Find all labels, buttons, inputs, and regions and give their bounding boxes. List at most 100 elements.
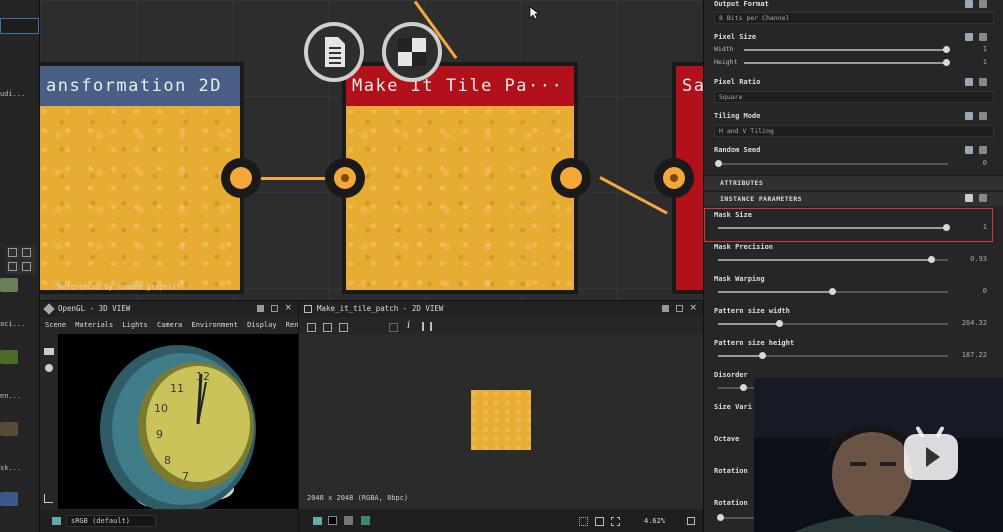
pin-icon[interactable]	[662, 305, 669, 312]
fit-icon[interactable]	[595, 517, 604, 526]
export-icon[interactable]	[323, 323, 332, 332]
output-format-select[interactable]: 8 Bits per Channel	[714, 12, 994, 24]
pattern-width-slider[interactable]	[718, 320, 948, 327]
slider-knob[interactable]	[759, 352, 766, 359]
rotation-slider[interactable]	[717, 514, 754, 521]
explorer-item-label[interactable]: udi...	[0, 90, 25, 98]
slider-knob[interactable]	[943, 224, 950, 231]
copy-icon[interactable]	[339, 323, 348, 332]
pixel-ratio-select[interactable]: Square	[714, 91, 994, 103]
pixel-height-slider[interactable]	[744, 59, 950, 66]
image-icon[interactable]	[361, 516, 370, 525]
close-icon[interactable]: ×	[284, 303, 292, 313]
menu-icon[interactable]	[979, 146, 987, 154]
mask-size-value[interactable]: 1	[983, 223, 987, 231]
frame-icon[interactable]	[611, 517, 620, 526]
checker-pattern-icon[interactable]	[382, 22, 442, 82]
resource-thumbnail[interactable]	[0, 350, 18, 364]
slider-knob[interactable]	[943, 46, 950, 53]
explorer-item-label[interactable]: sk...	[0, 464, 21, 472]
random-seed-slider[interactable]	[715, 160, 948, 167]
slider-knob[interactable]	[776, 320, 783, 327]
3d-viewport[interactable]: 12 11 10 9 8 7	[58, 334, 298, 509]
window-icon[interactable]	[8, 248, 17, 257]
black-swatch[interactable]	[328, 516, 337, 525]
explorer-item-label[interactable]: en...	[0, 392, 21, 400]
pixel-width-value[interactable]: 1	[983, 45, 987, 53]
mask-warping-value[interactable]: 0	[983, 287, 987, 295]
pattern-height-slider[interactable]	[718, 352, 948, 359]
axis-icon[interactable]	[44, 494, 53, 503]
slider-knob[interactable]	[740, 384, 747, 391]
menu-icon[interactable]	[979, 112, 987, 120]
close-icon[interactable]	[22, 248, 31, 257]
grey-swatch[interactable]	[344, 516, 353, 525]
close-icon[interactable]: ×	[689, 303, 697, 313]
slider-knob[interactable]	[943, 59, 950, 66]
pattern-width-value[interactable]: 264.32	[962, 319, 987, 327]
link-icon[interactable]	[965, 112, 973, 120]
output-port[interactable]	[221, 158, 261, 198]
layers-icon[interactable]	[313, 517, 322, 525]
menu-camera[interactable]: Camera	[157, 321, 182, 329]
play-icon[interactable]	[904, 425, 958, 480]
camera-icon[interactable]	[44, 348, 54, 355]
slider-knob[interactable]	[829, 288, 836, 295]
output-port[interactable]	[551, 158, 591, 198]
zoom-value[interactable]: 4.62%	[644, 510, 665, 532]
pattern-height-value[interactable]: 187.22	[962, 351, 987, 359]
image-icon[interactable]	[22, 262, 31, 271]
zoom-fit-icon[interactable]	[687, 517, 695, 525]
menu-icon[interactable]	[979, 78, 987, 86]
resource-thumbnail[interactable]	[0, 278, 18, 292]
explorer-selected-row[interactable]	[0, 18, 39, 34]
graph-editor[interactable]: ansformation 2D Make It Tile Pa··· Sa	[40, 0, 703, 300]
random-seed-value[interactable]: 0	[983, 159, 987, 167]
resource-thumbnail[interactable]	[0, 422, 18, 436]
mask-precision-value[interactable]: 0.93	[970, 255, 987, 263]
pin-icon[interactable]	[965, 194, 973, 202]
pin-icon[interactable]	[257, 305, 264, 312]
menu-environment[interactable]: Environment	[191, 321, 237, 329]
menu-scene[interactable]: Scene	[45, 321, 66, 329]
info-icon[interactable]: i	[407, 320, 410, 331]
menu-lights[interactable]: Lights	[122, 321, 147, 329]
input-port[interactable]	[654, 158, 694, 198]
slider-knob[interactable]	[928, 256, 935, 263]
menu-icon[interactable]	[979, 33, 987, 41]
grid-icon[interactable]	[8, 262, 17, 271]
link-icon[interactable]	[965, 0, 973, 8]
mask-size-slider[interactable]	[718, 224, 950, 231]
input-port[interactable]	[325, 158, 365, 198]
maximize-icon[interactable]	[271, 305, 278, 312]
link-icon[interactable]	[965, 33, 973, 41]
attributes-section-header[interactable]: ATTRIBUTES	[704, 175, 1003, 190]
explorer-item-label[interactable]: aci...	[0, 320, 25, 328]
menu-icon[interactable]	[979, 194, 987, 202]
disorder-slider[interactable]	[718, 384, 754, 391]
link-icon[interactable]	[965, 78, 973, 86]
slider-knob[interactable]	[717, 514, 724, 521]
menu-display[interactable]: Display	[247, 321, 277, 329]
light-icon[interactable]	[45, 364, 53, 372]
menu-materials[interactable]: Materials	[75, 321, 113, 329]
grid-icon[interactable]	[579, 517, 588, 526]
save-icon[interactable]	[307, 323, 316, 332]
maximize-icon[interactable]	[676, 305, 683, 312]
channel-icon[interactable]	[389, 323, 398, 332]
layers-icon[interactable]	[52, 517, 61, 525]
document-icon[interactable]	[304, 22, 364, 82]
2d-viewport[interactable]: 2048 x 2048 (RGBA, 8bpc)	[299, 334, 704, 509]
instance-parameters-section-header[interactable]: INSTANCE PARAMETERS	[704, 191, 1003, 206]
node-transformation-2d[interactable]: ansformation 2D	[40, 62, 244, 294]
link-icon[interactable]	[965, 146, 973, 154]
mask-precision-slider[interactable]	[718, 256, 948, 263]
tiling-mode-select[interactable]: H and V Tiling	[714, 125, 994, 137]
resource-thumbnail[interactable]	[0, 492, 18, 506]
menu-icon[interactable]	[979, 0, 987, 8]
pixel-width-slider[interactable]	[744, 46, 950, 53]
colorspace-select[interactable]: sRGB (default)	[66, 515, 156, 527]
slider-knob[interactable]	[715, 160, 722, 167]
pixel-height-value[interactable]: 1	[983, 58, 987, 66]
histogram-icon[interactable]	[422, 322, 432, 331]
